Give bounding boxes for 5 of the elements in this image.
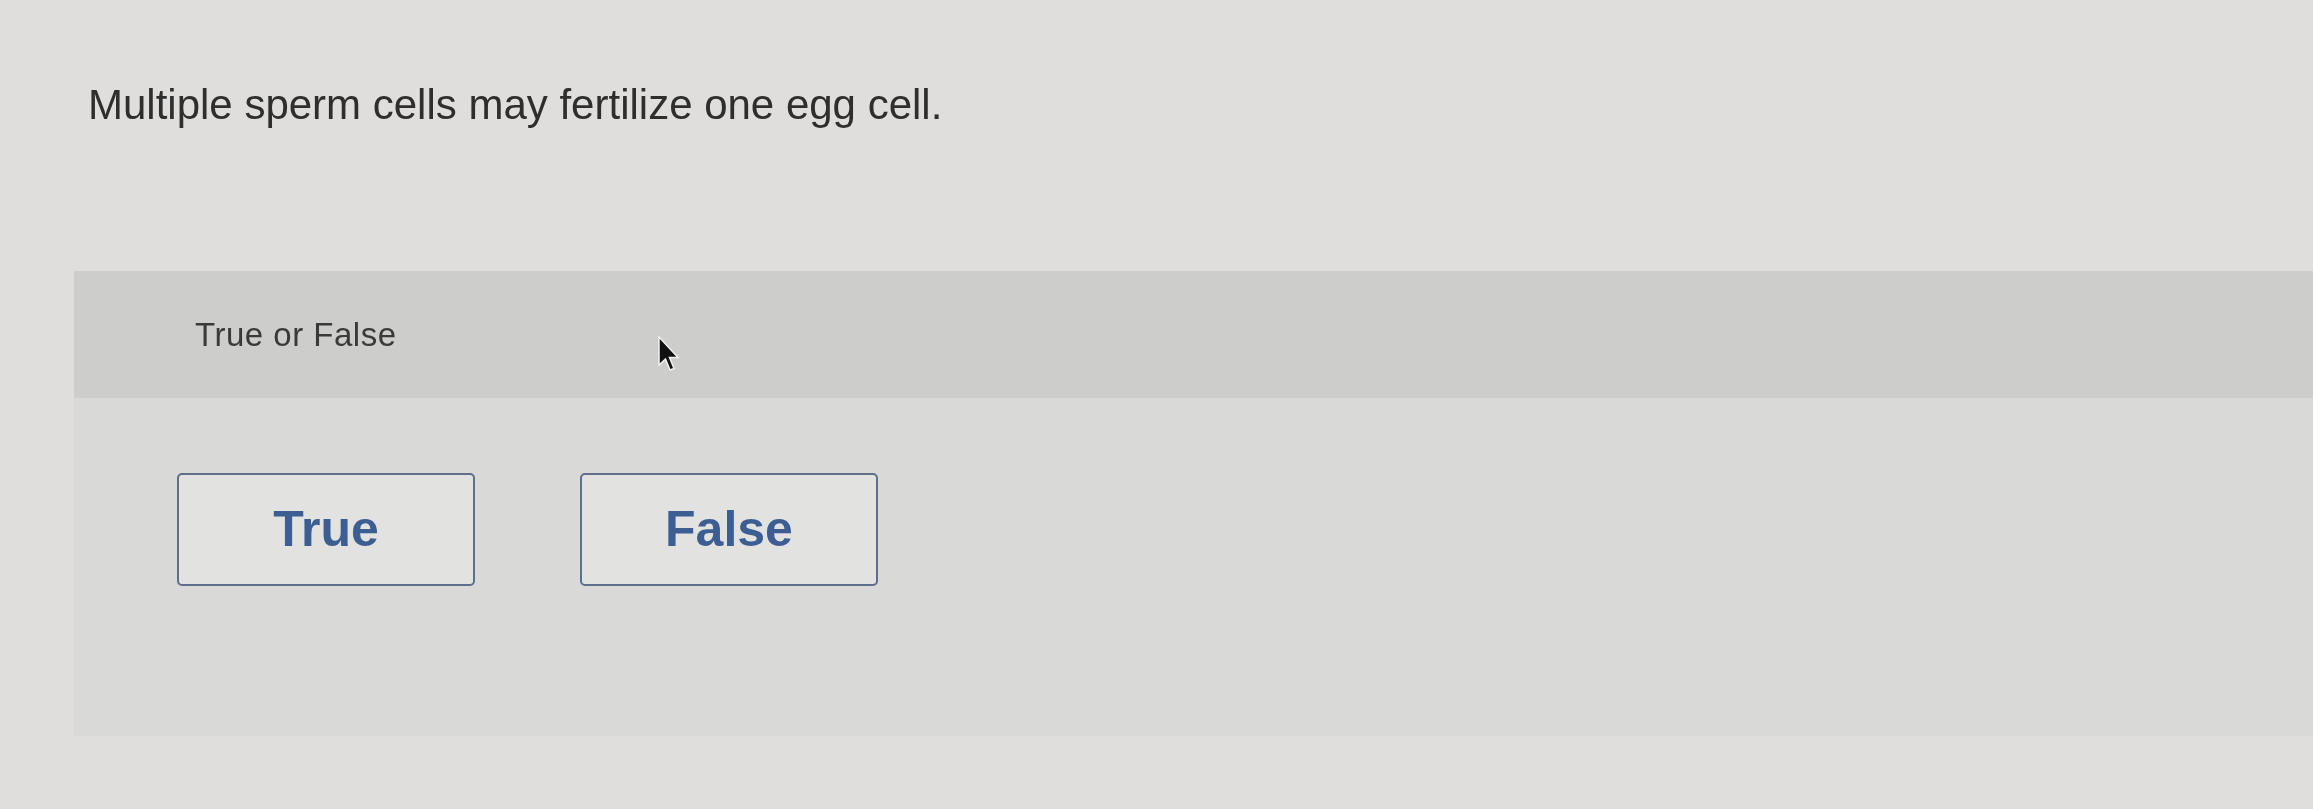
prompt-label: True or False xyxy=(195,315,397,356)
mouse-pointer-icon xyxy=(658,336,680,372)
question-text: Multiple sperm cells may fertilize one egg cell. xyxy=(88,80,943,130)
answer-option-button[interactable]: True xyxy=(177,473,475,587)
answer-option-button[interactable]: False xyxy=(580,473,878,587)
